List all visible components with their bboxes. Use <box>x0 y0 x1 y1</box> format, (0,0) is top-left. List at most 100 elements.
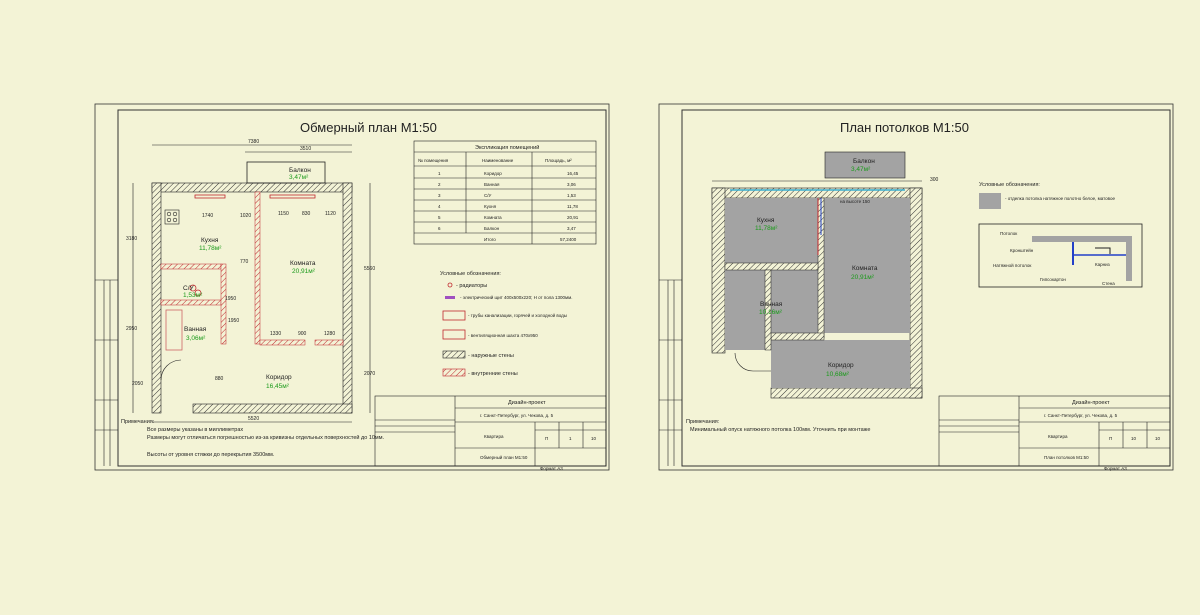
dim-bottom-total: 5520 <box>248 416 259 422</box>
legend-heading: Условные обозначения: <box>440 271 501 277</box>
right-sheet: План потолков М1:50 300 на высоте 150 Ба… <box>658 103 1174 471</box>
dim-left-b: 2950 <box>126 326 137 332</box>
detail-label: Гипсокартон <box>1040 277 1066 282</box>
table-row: 3,47 <box>567 226 576 231</box>
dim-right-b: 2070 <box>364 371 375 377</box>
balcony-area: 3,47м² <box>851 166 871 173</box>
stamp-sheet-name: План потолков М1:50 <box>1044 455 1089 460</box>
legend-item: - наружные стены <box>468 353 514 359</box>
explication-total-label: Итого <box>484 237 496 242</box>
table-row: Ванная <box>484 182 500 187</box>
dim-d1: 1740 <box>202 213 213 219</box>
dim-d2: 1020 <box>240 213 251 219</box>
stamp-sheets: 10 <box>1155 436 1161 441</box>
table-row: 11,78 <box>567 204 578 209</box>
dim-d10: 770 <box>240 259 249 265</box>
balcony-area: 3,47м² <box>289 174 309 181</box>
note-item: Минимальный опуск натяжного потолка 100м… <box>690 426 870 433</box>
dim-d11: 1950 <box>228 318 239 324</box>
explication-total-value: 57,2400 <box>560 237 577 242</box>
legend-item: - трубы канализации, горячей и холодной … <box>468 312 567 318</box>
stamp-object: Квартира <box>484 434 504 439</box>
bath-area: 3,06м² <box>186 335 206 342</box>
stamp-address: г. Санкт-Петербург, ул. Чекова, д. 5 <box>1044 413 1118 418</box>
note-item: Размеры могут отличаться погрешностью из… <box>147 434 384 441</box>
detail-label: Кронштейн <box>1010 247 1034 253</box>
corridor-name: Коридор <box>266 374 292 381</box>
stamp-object: Квартира <box>1048 434 1068 439</box>
dim-note: на высоте 150 <box>840 199 870 204</box>
table-row: Кухня <box>484 204 497 209</box>
stamp-sheet-name: Обмерный план М1:50 <box>480 454 528 460</box>
explication-header-area: Площадь, м² <box>545 158 572 163</box>
legend-item: - радиаторы <box>456 283 487 289</box>
stamp-sheet: 10 <box>1131 436 1137 441</box>
dim-top: 300 <box>930 177 939 183</box>
table-row: 1,53 <box>567 193 576 198</box>
legend-swatch <box>979 193 1001 209</box>
balcony-name: Балкон <box>853 158 875 165</box>
table-row: 16,45 <box>567 171 579 176</box>
stamp-project: Дизайн-проект <box>508 399 546 406</box>
dim-d9: 1950 <box>225 296 236 302</box>
table-row: 20,91 <box>567 215 579 220</box>
corridor-name: Коридор <box>828 362 854 369</box>
kitchen-name: Кухня <box>757 217 775 224</box>
stamp-stage: П <box>1109 436 1112 441</box>
stamp-sheets: 10 <box>591 436 597 441</box>
corridor-area: 10,68м² <box>826 371 850 378</box>
note-item: Все размеры указаны в миллиметрах <box>147 427 243 433</box>
wc-area: 1,53м² <box>183 292 203 299</box>
stamp-project: Дизайн-проект <box>1072 399 1110 406</box>
dim-left-a: 3180 <box>126 236 137 242</box>
dim-d3: 1150 <box>278 211 289 217</box>
explication-header-name: Наименование <box>482 158 514 163</box>
kitchen-name: Кухня <box>201 237 219 244</box>
dim-d7: 900 <box>298 331 307 337</box>
notes-heading: Примечания: <box>121 419 155 425</box>
room-name: Комната <box>852 265 878 272</box>
table-row: Балкон <box>484 226 500 231</box>
legend-heading: Условные обозначения: <box>979 182 1040 188</box>
detail-label: Натяжной потолок <box>993 262 1031 268</box>
stamp-format: Формат А3 <box>540 466 563 471</box>
room-name: Комната <box>290 260 316 267</box>
bath-area: 10,16м² <box>759 309 783 316</box>
dim-top-right: 3510 <box>300 146 311 152</box>
dim-d6: 1330 <box>270 331 281 337</box>
left-sheet: Обмерный план М1:50 7380 3510 5520 3180 … <box>94 103 610 471</box>
table-row: Комната <box>484 215 502 220</box>
balcony-name: Балкон <box>289 167 311 174</box>
stamp-address: г. Санкт-Петербург, ул. Чекова, д. 5 <box>480 413 554 418</box>
detail-label: Карниз <box>1095 262 1110 267</box>
stamp-format: Формат А3 <box>1104 466 1127 471</box>
plan-title: Обмерный план М1:50 <box>300 120 437 135</box>
explication-caption: Экспликация помещений <box>475 144 539 151</box>
table-row: Коридор <box>484 171 502 176</box>
dim-right-a: 5560 <box>364 266 375 272</box>
wc-name: С/У <box>183 285 195 292</box>
note-item: Высоты от уровня стяжки до перекрытия 35… <box>147 452 275 458</box>
kitchen-area: 11,78м² <box>199 245 222 252</box>
notes-heading: Примечания: <box>686 419 720 425</box>
kitchen-area: 11,78м² <box>755 225 778 232</box>
explication-header-number: № помещения <box>418 158 449 163</box>
table-row: 3,06 <box>567 182 576 187</box>
dim-top-total: 7380 <box>248 139 259 145</box>
dim-d4: 830 <box>302 211 311 217</box>
table-row: С/У <box>484 193 492 198</box>
bath-name: Ванная <box>184 326 207 333</box>
detail-label: Потолок <box>1000 231 1017 236</box>
legend-item: - отделка потолка натяжное полотно белое… <box>1005 196 1115 201</box>
dim-d13: 2050 <box>132 381 143 387</box>
detail-label: Стена <box>1102 281 1115 286</box>
dim-d5: 1120 <box>325 211 336 217</box>
stamp-stage: П <box>545 436 548 441</box>
legend-item: - электрический щит 400х500х220; Н от по… <box>460 294 572 300</box>
legend-item: - вентиляционная шахта 470х950 <box>468 333 538 338</box>
dim-d8: 1280 <box>324 331 335 337</box>
legend-item: - внутренние стены <box>468 371 518 377</box>
plan-title: План потолков М1:50 <box>840 120 969 135</box>
room-area: 20,91м² <box>851 274 875 281</box>
corridor-area: 16,45м² <box>266 383 290 390</box>
